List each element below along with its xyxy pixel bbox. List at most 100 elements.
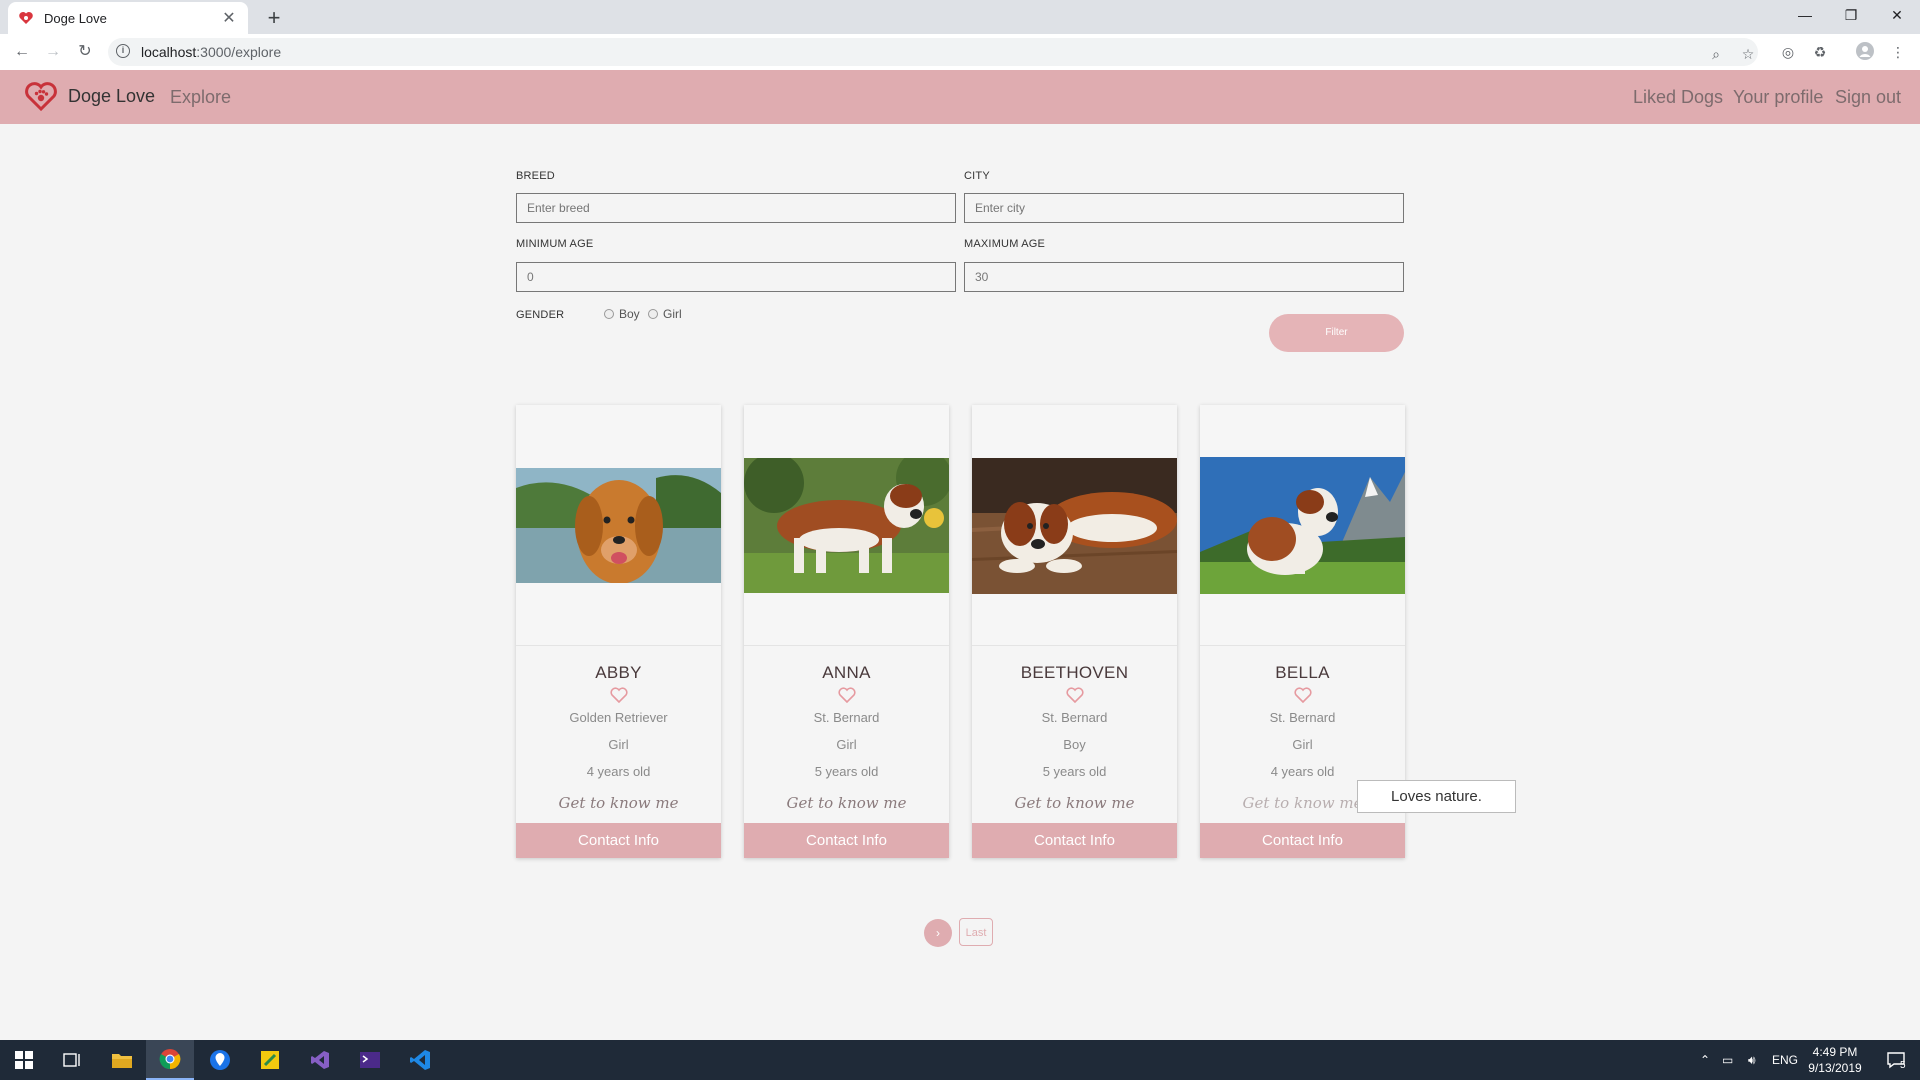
- last-page-button[interactable]: Last: [959, 918, 993, 946]
- min-age-label: MINIMUM AGE: [516, 238, 594, 250]
- brand[interactable]: Doge Love: [24, 80, 155, 112]
- window-close-icon[interactable]: ✕: [1874, 0, 1920, 30]
- back-icon[interactable]: ←: [10, 40, 34, 64]
- brand-name: Doge Love: [68, 85, 156, 106]
- restore-icon[interactable]: ❐: [1828, 0, 1874, 30]
- dog-card: BEETHOVEN St. Bernard Boy 5 years old Ge…: [972, 405, 1177, 858]
- gender-girl-label: Girl: [663, 307, 682, 321]
- dog-photo-frame: [972, 405, 1177, 646]
- dog-card: ANNA St. Bernard Girl 5 years old Get to…: [744, 405, 949, 858]
- profile-avatar-icon[interactable]: [1855, 42, 1875, 62]
- browser-menu-icon[interactable]: ⋮: [1888, 42, 1908, 62]
- volume-icon[interactable]: 🔊︎: [1748, 1040, 1756, 1080]
- dog-name: ANNA: [822, 663, 871, 682]
- nav-sign-out-link[interactable]: Sign out: [1835, 87, 1901, 108]
- dog-breed: Golden Retriever: [569, 710, 668, 725]
- tray-chevron-up-icon[interactable]: ⌃: [1700, 1040, 1710, 1080]
- maps-pin-icon[interactable]: [196, 1040, 244, 1080]
- extension-recycle-icon[interactable]: ♻: [1810, 42, 1830, 62]
- nav-liked-dogs-link[interactable]: Liked Dogs: [1633, 87, 1723, 108]
- language-indicator[interactable]: ENG: [1772, 1040, 1798, 1080]
- city-label: CITY: [964, 170, 990, 182]
- network-icon[interactable]: ▭: [1722, 1040, 1733, 1080]
- app-navbar: Doge Love Explore Liked Dogs Your profil…: [0, 70, 1920, 124]
- dog-gender: Girl: [608, 737, 629, 752]
- radio-circle-icon: [604, 309, 614, 319]
- filter-button[interactable]: Filter: [1269, 314, 1404, 352]
- radio-circle-icon: [648, 309, 658, 319]
- nav-your-profile-link[interactable]: Your profile: [1733, 87, 1823, 108]
- task-view-icon[interactable]: [48, 1040, 96, 1080]
- close-tab-icon[interactable]: ✕: [220, 8, 238, 28]
- taskbar-clock[interactable]: 4:49 PM 9/13/2019: [1800, 1044, 1870, 1076]
- dog-breed: St. Bernard: [1269, 710, 1336, 725]
- dog-name: BEETHOVEN: [1020, 663, 1129, 682]
- minimize-icon[interactable]: —: [1782, 0, 1828, 30]
- max-age-input[interactable]: [964, 262, 1404, 292]
- breed-input[interactable]: [516, 193, 956, 223]
- sticky-notes-icon[interactable]: [246, 1040, 294, 1080]
- get-to-know-me-link[interactable]: Get to know me: [972, 794, 1177, 812]
- dog-gender: Girl: [1292, 737, 1313, 752]
- heart-like-icon[interactable]: [1200, 687, 1405, 708]
- heart-like-icon[interactable]: [516, 687, 721, 708]
- dog-age: 5 years old: [814, 764, 879, 779]
- extension-icon[interactable]: ◎: [1778, 42, 1798, 62]
- dog-age: 4 years old: [586, 764, 651, 779]
- contact-info-button[interactable]: Contact Info: [1200, 823, 1405, 858]
- url-text: localhost:3000/explore: [141, 44, 282, 60]
- forward-icon[interactable]: →: [41, 40, 65, 64]
- zoom-icon[interactable]: ⌕: [1707, 45, 1725, 63]
- terminal-icon[interactable]: [346, 1040, 394, 1080]
- contact-info-button[interactable]: Contact Info: [744, 823, 949, 858]
- dog-description-tooltip: Loves nature.: [1357, 780, 1516, 813]
- dog-name: ABBY: [595, 663, 642, 682]
- site-info-icon[interactable]: i: [116, 44, 130, 58]
- browser-tab[interactable]: Doge Love ✕: [8, 2, 248, 34]
- browser-tabstrip: Doge Love ✕ + — ❐ ✕: [0, 0, 1920, 34]
- windows-start-icon[interactable]: [0, 1040, 48, 1080]
- st-bernard-mountain-photo[interactable]: [1200, 457, 1405, 594]
- paw-heart-favicon-icon: [18, 10, 34, 26]
- golden-retriever-photo[interactable]: [516, 468, 721, 583]
- notification-center-icon[interactable]: 5: [1872, 1040, 1920, 1080]
- visual-studio-icon[interactable]: [296, 1040, 344, 1080]
- browser-tab-title: Doge Love: [44, 10, 107, 26]
- dog-name: BELLA: [1275, 663, 1330, 682]
- gender-boy-radio[interactable]: Boy: [604, 307, 640, 321]
- min-age-input[interactable]: [516, 262, 956, 292]
- st-bernard-lying-photo[interactable]: [972, 458, 1177, 594]
- file-explorer-icon[interactable]: [98, 1040, 146, 1080]
- dog-breed: St. Bernard: [813, 710, 880, 725]
- get-to-know-me-link[interactable]: Get to know me: [744, 794, 949, 812]
- notification-count: 5: [1900, 1060, 1906, 1071]
- nav-explore-link[interactable]: Explore: [170, 87, 231, 108]
- gender-boy-label: Boy: [619, 307, 640, 321]
- dog-card: ABBY Golden Retriever Girl 4 years old G…: [516, 405, 721, 858]
- dog-age: 4 years old: [1270, 764, 1335, 779]
- dog-gender: Girl: [836, 737, 857, 752]
- address-bar[interactable]: i localhost:3000/explore ⌕ ☆: [108, 38, 1758, 66]
- max-age-label: MAXIMUM AGE: [964, 238, 1046, 250]
- contact-info-button[interactable]: Contact Info: [516, 823, 721, 858]
- paw-heart-logo-icon: [25, 82, 57, 112]
- dog-gender: Boy: [1063, 737, 1086, 752]
- clock-time: 4:49 PM: [1812, 1045, 1858, 1059]
- next-page-button[interactable]: ›: [924, 919, 952, 947]
- city-input[interactable]: [964, 193, 1404, 223]
- windows-taskbar: ⌃ ▭ 🔊︎ ENG 4:49 PM 9/13/2019 5: [0, 1040, 1920, 1080]
- breed-label: BREED: [516, 170, 555, 182]
- new-tab-icon[interactable]: +: [260, 4, 288, 32]
- vscode-icon[interactable]: [396, 1040, 444, 1080]
- bookmark-star-icon[interactable]: ☆: [1739, 45, 1757, 63]
- contact-info-button[interactable]: Contact Info: [972, 823, 1177, 858]
- st-bernard-photo[interactable]: [744, 458, 949, 593]
- chrome-icon[interactable]: [146, 1040, 194, 1080]
- dog-breed: St. Bernard: [1041, 710, 1108, 725]
- gender-girl-radio[interactable]: Girl: [648, 307, 682, 321]
- heart-like-icon[interactable]: [744, 687, 949, 708]
- get-to-know-me-link[interactable]: Get to know me: [516, 794, 721, 812]
- reload-icon[interactable]: ↻: [73, 40, 97, 64]
- heart-like-icon[interactable]: [972, 687, 1177, 708]
- gender-label: GENDER: [516, 309, 565, 321]
